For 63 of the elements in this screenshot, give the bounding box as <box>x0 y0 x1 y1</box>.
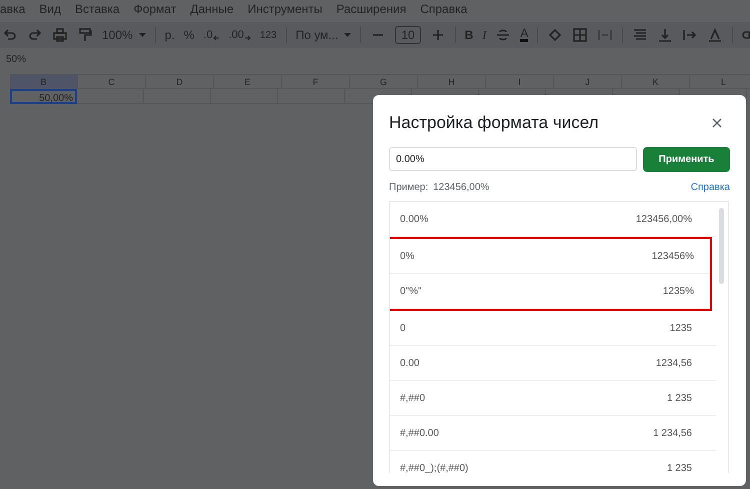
table-cell: 50,00% <box>10 89 77 104</box>
menu-item[interactable]: Формат <box>134 2 176 16</box>
currency-button[interactable]: р. <box>164 28 175 42</box>
example-value: 123456,00% <box>433 182 490 193</box>
format-option[interactable]: 0 1235 <box>390 311 716 346</box>
italic-button[interactable]: I <box>482 28 486 42</box>
menu-item[interactable]: Справка <box>420 2 468 16</box>
format-option[interactable]: 0% 123456% <box>390 239 710 274</box>
menu-item[interactable]: Инструменты <box>248 2 322 16</box>
column-header[interactable]: E <box>214 75 282 89</box>
borders-icon[interactable] <box>572 27 588 43</box>
undo-icon[interactable] <box>2 27 18 43</box>
scrollbar[interactable] <box>719 208 724 284</box>
example-label: Пример: <box>389 182 428 193</box>
zoom-dropdown[interactable]: 100% <box>102 28 146 42</box>
menu-item[interactable]: Вставка <box>74 2 120 16</box>
close-icon[interactable] <box>712 118 722 128</box>
menu-item[interactable]: Данные <box>190 2 234 16</box>
formula-bar-value: 50% <box>6 54 26 65</box>
format-input-field[interactable]: 0.00% <box>389 147 637 171</box>
align-icon[interactable] <box>632 27 648 43</box>
format-option[interactable]: #,##0 1 235 <box>390 381 716 416</box>
format-option[interactable]: 0"%" 1235% <box>390 274 710 309</box>
strikethrough-icon[interactable] <box>495 27 512 43</box>
print-icon[interactable] <box>52 27 68 43</box>
right-arrow-icon <box>244 34 251 41</box>
caret-icon[interactable] <box>138 33 146 37</box>
menu-item[interactable]: авка <box>0 2 26 16</box>
menu-item[interactable]: Вид <box>39 2 61 16</box>
format-option[interactable]: 0.00 1234,56 <box>390 346 716 381</box>
column-header[interactable]: H <box>418 75 486 89</box>
increase-decimals-button[interactable]: .00 <box>228 29 251 41</box>
more-formats-button[interactable]: 123 <box>260 30 277 40</box>
wrap-icon[interactable] <box>682 27 698 43</box>
column-header[interactable]: K <box>622 75 690 89</box>
text-color-button[interactable]: A <box>520 28 528 42</box>
percent-button[interactable]: % <box>184 28 194 42</box>
decrease-decimals-button[interactable]: .0 <box>203 29 220 41</box>
redo-icon[interactable] <box>27 27 43 43</box>
caret-icon[interactable] <box>344 33 352 37</box>
left-arrow-icon <box>212 34 220 41</box>
format-option[interactable]: #,##0.00 1 234,56 <box>390 416 716 451</box>
dialog-title: Настройка формата чисел <box>389 113 599 133</box>
help-link[interactable]: Справка <box>690 182 730 193</box>
column-header[interactable]: L <box>690 75 750 89</box>
apply-button[interactable]: Применить <box>643 147 730 172</box>
rotate-text-icon[interactable] <box>707 27 724 43</box>
menu-item[interactable]: Расширения <box>336 2 406 16</box>
column-header[interactable]: C <box>78 75 146 89</box>
merge-icon[interactable] <box>597 27 614 43</box>
column-header[interactable]: F <box>282 75 350 89</box>
column-header[interactable]: D <box>146 75 214 89</box>
font-size-field[interactable]: 10 <box>395 26 421 44</box>
font-dropdown[interactable]: По ум... <box>296 28 352 42</box>
table-cell <box>77 89 144 104</box>
column-header[interactable]: G <box>350 75 418 89</box>
column-header[interactable]: B <box>10 75 78 89</box>
format-option[interactable]: 0.00% 123456,00% <box>390 202 716 237</box>
bold-button[interactable]: B <box>464 28 474 42</box>
vertical-align-icon[interactable] <box>657 27 674 43</box>
format-option[interactable]: #,##0_);(#,##0) 1 235 <box>390 451 716 473</box>
column-header[interactable]: J <box>554 75 622 89</box>
paint-roller-icon[interactable] <box>77 27 93 43</box>
